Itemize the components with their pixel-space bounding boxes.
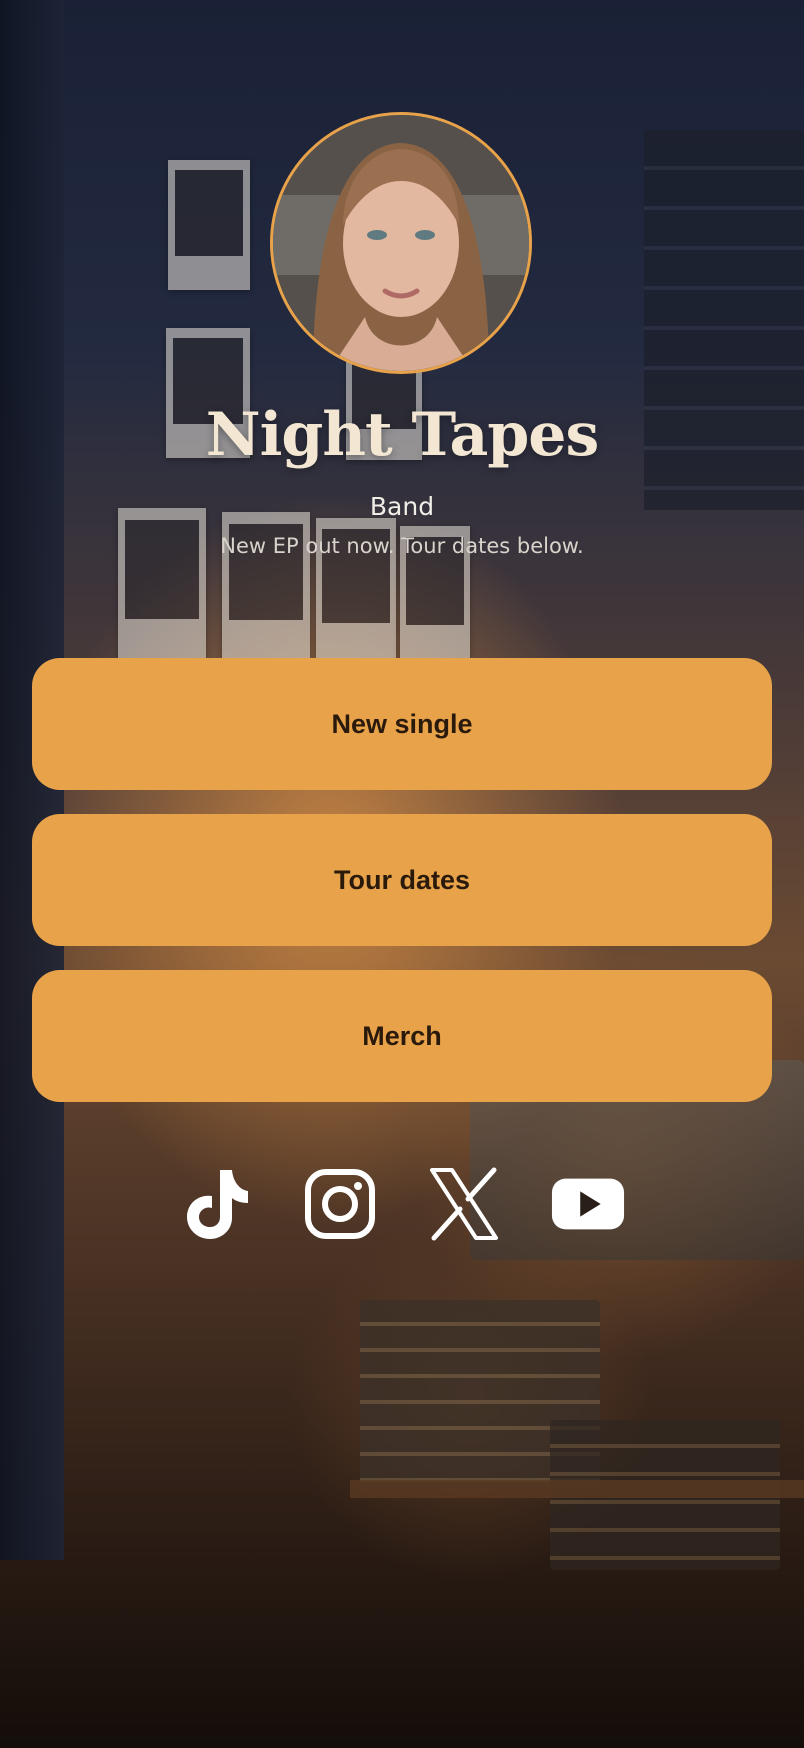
avatar xyxy=(270,112,532,374)
profile-page: Night Tapes Band New EP out now. Tour da… xyxy=(0,0,804,1748)
youtube-icon[interactable] xyxy=(550,1164,626,1244)
profile-category: Band xyxy=(369,492,435,521)
profile-tagline: New EP out now. Tour dates below. xyxy=(220,534,584,558)
instagram-icon[interactable] xyxy=(302,1164,378,1244)
social-links xyxy=(0,1164,804,1244)
link-button-new-single[interactable]: New single xyxy=(32,658,772,790)
tiktok-icon[interactable] xyxy=(178,1164,254,1244)
x-icon[interactable] xyxy=(426,1164,502,1244)
profile-name: Night Tapes xyxy=(205,400,600,470)
link-button-tour-dates[interactable]: Tour dates xyxy=(32,814,772,946)
link-button-merch[interactable]: Merch xyxy=(32,970,772,1102)
